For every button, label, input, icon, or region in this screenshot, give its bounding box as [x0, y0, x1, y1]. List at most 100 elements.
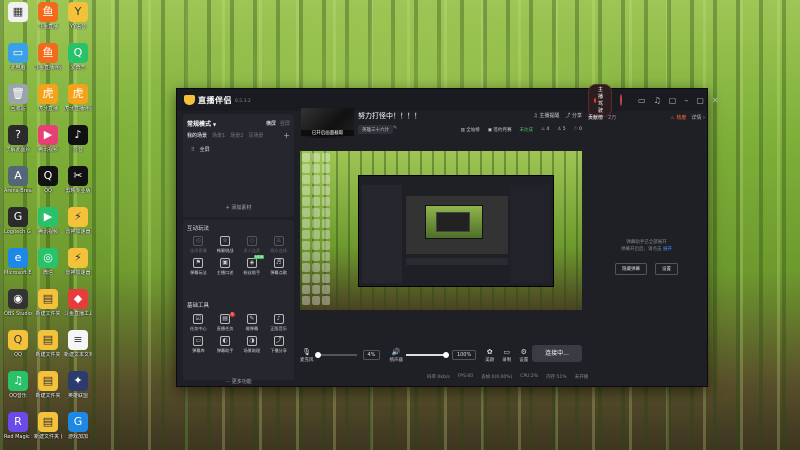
tool-button[interactable]: ☑ 任务中心: [185, 314, 212, 332]
more-functions-button[interactable]: ⋯ 更多功能: [183, 378, 294, 385]
tool-button[interactable]: ◎ 连线直播: [185, 236, 212, 254]
beauty-button[interactable]: ✿ 美颜: [485, 348, 494, 363]
speaker-control[interactable]: 🔊 扬声器: [389, 348, 403, 363]
chat-icon[interactable]: ▢: [669, 96, 677, 105]
tool-button[interactable]: ♪ 正版音乐: [265, 314, 292, 332]
preview-desktop-capture: [300, 151, 582, 310]
reminder-button[interactable]: ♫ 主播提醒: [533, 112, 559, 119]
tool-button[interactable]: ◐ 弹幕助手: [212, 336, 239, 354]
minimize-icon[interactable]: –: [684, 96, 688, 105]
tool-button[interactable]: ◇ 多人连麦: [239, 236, 266, 254]
edit-icon[interactable]: ✎: [393, 125, 397, 131]
desktop-icon[interactable]: 虎虎牙直播伴侣: [64, 84, 92, 112]
desktop-icon[interactable]: ▶ 腾讯视频: [34, 207, 62, 235]
add-scene-icon[interactable]: +: [283, 131, 290, 140]
desktop-icon[interactable]: ▤ 新建文件夹: [34, 330, 62, 358]
microphone-slider-knob[interactable]: [315, 352, 322, 358]
tool-button[interactable]: ☆ 畅聊挑战: [212, 236, 239, 254]
room-category[interactable]: 英雄三十六计: [358, 125, 393, 134]
desktop-icon[interactable]: Q 爱奇艺: [64, 43, 92, 71]
preview-icon: [322, 274, 330, 283]
tool-button[interactable]: ▭ 弹幕库: [185, 336, 212, 354]
microphone-control[interactable]: 🎙 麦克风: [300, 348, 314, 363]
desktop-icon[interactable]: ▭ 此电脑: [4, 43, 32, 71]
speaker-volume[interactable]: 100%: [451, 350, 477, 360]
preview-icon: [312, 153, 320, 162]
expand-link[interactable]: 展开: [663, 247, 672, 252]
scene-tab-1[interactable]: 场景1: [212, 132, 225, 139]
tool-button[interactable]: ▣ 主播口述: [212, 258, 239, 276]
desktop-icon[interactable]: ▤ 新建文件夹: [34, 371, 62, 399]
landscape-option[interactable]: 横屏: [266, 120, 276, 127]
tool-button[interactable]: ♙ 观众连线: [265, 236, 292, 254]
desktop-icon[interactable]: 鱼斗鱼直播伴侣: [34, 43, 62, 71]
tool-button[interactable]: ◑ 场景助理: [239, 336, 266, 354]
desktop-icon[interactable]: e Microsoft Edge: [4, 248, 32, 276]
desktop-icon[interactable]: ⚡ 雷神加速器: [64, 207, 92, 235]
desktop-icon[interactable]: A Arena Breakout: [4, 166, 32, 194]
contract-match-button[interactable]: ▣ 签约月赛: [488, 127, 512, 133]
detail-link[interactable]: 详情 ›: [691, 114, 705, 121]
microphone-slider[interactable]: [315, 352, 357, 358]
mode-selector[interactable]: 常规模式 ▼: [187, 119, 216, 128]
start-stream-button[interactable]: 连接中...: [532, 345, 582, 362]
portrait-option[interactable]: 竖屏: [280, 120, 290, 127]
desktop-icon[interactable]: 鱼斗鱼直播: [34, 2, 62, 30]
desktop-icon[interactable]: G 游戏加加: [64, 412, 92, 440]
desktop-icon[interactable]: 🗑 回收站: [4, 84, 32, 112]
desktop-icon[interactable]: ▤ 新建文件夹: [34, 289, 62, 317]
scene-tab-mine[interactable]: 我的场景: [187, 132, 207, 139]
desktop-icon[interactable]: ◆ 斗鱼直播工具: [64, 289, 92, 317]
headset-icon[interactable]: ♫: [654, 96, 661, 105]
desktop-icon[interactable]: Y YY语音: [64, 2, 92, 30]
stream-preview[interactable]: [300, 151, 582, 310]
share-button[interactable]: ⤴ 分享: [565, 112, 582, 119]
room-cover-thumbnail[interactable]: 已开启画面截取: [301, 108, 354, 138]
scene-tab-3[interactable]: 写场景: [248, 132, 263, 139]
desktop-icon[interactable]: Q QQ: [4, 330, 32, 358]
speaker-slider-knob[interactable]: [442, 352, 449, 358]
tool-button[interactable]: ▤ 直播任务 1: [212, 312, 239, 332]
record-button[interactable]: ▭ 录制: [502, 348, 511, 363]
desktop-icon[interactable]: R Red Magic Studio: [4, 412, 32, 440]
desktop-icon[interactable]: ♫ QQ音乐: [4, 371, 32, 399]
add-material-button[interactable]: + 添加素材: [183, 204, 294, 211]
desktop-icon[interactable]: ▶ 腾讯视频: [34, 125, 62, 153]
tool-label: 下播分享: [270, 348, 287, 353]
desktop-icon[interactable]: ◎ 微信: [34, 248, 62, 276]
tool-button[interactable]: ⤴ 下播分享: [265, 336, 292, 354]
desktop-icon[interactable]: ≡ 新建文本文档: [64, 330, 92, 358]
desktop-icon[interactable]: Q QQ: [34, 166, 62, 194]
desktop-icon[interactable]: G Logitech G HUB: [4, 207, 32, 235]
record-label: 录制: [502, 357, 512, 363]
source-item[interactable]: ⠿ 全屏: [191, 146, 210, 154]
room-title[interactable]: 努力打怪中！！！！: [358, 111, 421, 121]
site-rank-button[interactable]: ▥ 全站榜: [461, 127, 480, 133]
hide-danmaku-button[interactable]: 隐藏弹幕: [615, 263, 647, 275]
tool-button[interactable]: ⚑ 弹幕玩法: [185, 258, 212, 276]
desktop-icon[interactable]: ▦: [4, 2, 32, 24]
settings-button[interactable]: ⚙ 设置: [519, 348, 528, 363]
avatar[interactable]: [620, 94, 623, 106]
desktop-icon[interactable]: ◉ OBS Studio: [4, 289, 32, 317]
tool-button[interactable]: ◈ 粉丝助手 NEW: [239, 255, 266, 276]
desktop-icon-label: 新建文件夹: [35, 311, 61, 317]
heat-indicator: ♨ 热度: [670, 114, 686, 121]
scene-tab-2[interactable]: 场景2: [230, 132, 243, 139]
desktop-icon[interactable]: ⚡ 雷神加速器: [64, 248, 92, 276]
desktop-icon[interactable]: ♪ 抖音: [64, 125, 92, 153]
desktop-icon[interactable]: 虎虎牙直播: [34, 84, 62, 112]
danmaku-settings-button[interactable]: 设置: [655, 263, 678, 275]
desktop-icon[interactable]: ✦ 英雄联盟: [64, 371, 92, 399]
tool-button[interactable]: ♬ 弹幕点歌: [265, 258, 292, 276]
desktop-icon[interactable]: ? 了解此图片: [4, 125, 32, 153]
desktop-icon[interactable]: ▤ 新建文件夹 (4): [34, 412, 62, 440]
desktop-icon[interactable]: ✂ 剪映专业版: [64, 166, 92, 194]
tool-button[interactable]: ✎ 做弹幕: [239, 314, 266, 332]
close-icon[interactable]: ✕: [712, 96, 719, 105]
contribution-rank-tab[interactable]: 贡献榜: [588, 114, 603, 121]
maximize-icon[interactable]: ▢: [696, 96, 704, 105]
speaker-slider[interactable]: [405, 352, 449, 358]
message-icon[interactable]: ▭: [638, 96, 646, 105]
microphone-volume[interactable]: 4%: [362, 350, 381, 360]
